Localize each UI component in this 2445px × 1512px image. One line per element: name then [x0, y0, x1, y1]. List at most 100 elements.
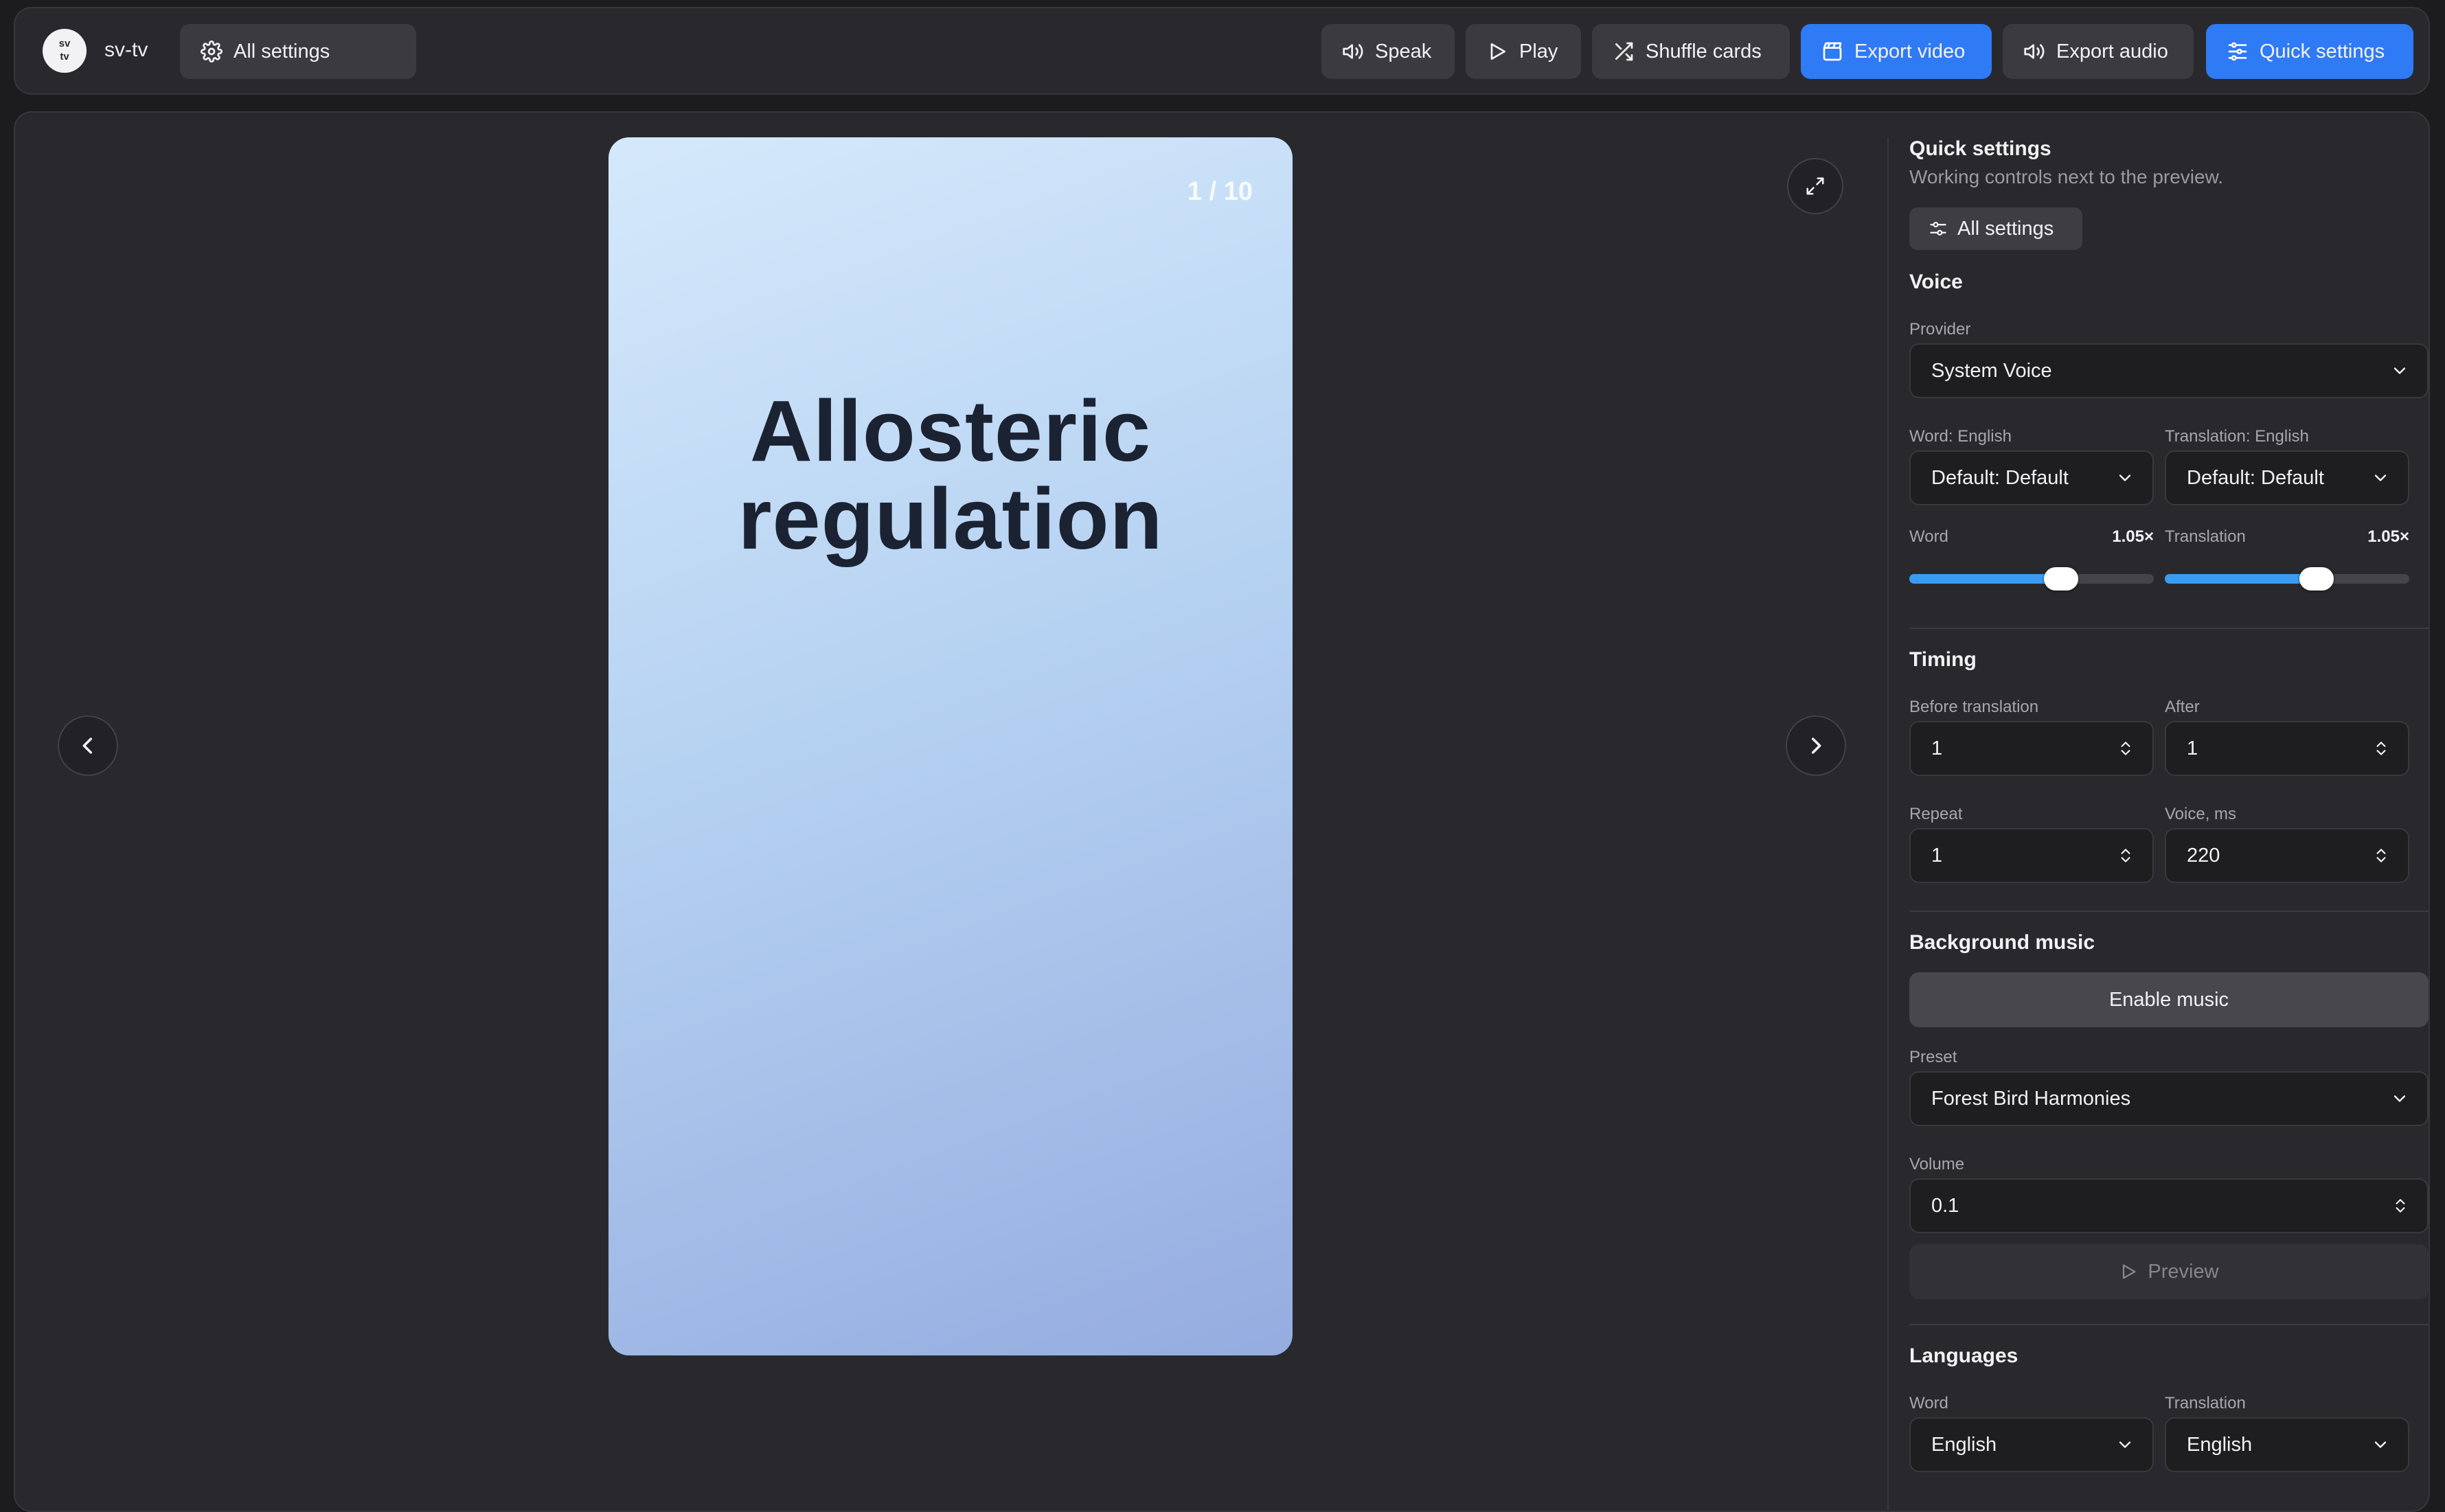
shuffle-cards-button[interactable]: Shuffle cards: [1592, 24, 1790, 79]
repeat-value: 1: [1931, 844, 1943, 867]
voice-heading: Voice: [1909, 271, 1963, 293]
before-translation-value: 1: [1931, 737, 1943, 759]
export-audio-label: Export audio: [2056, 40, 2168, 62]
chevron-down-icon: [2374, 1441, 2387, 1448]
translation-speed-value: 1.05×: [2367, 527, 2409, 546]
speaker-icon: [2024, 44, 2045, 59]
preset-select[interactable]: Forest Bird Harmonies: [1909, 1071, 2429, 1126]
speak-button[interactable]: Speak: [1321, 24, 1455, 79]
panel-title: Quick settings: [1909, 137, 2051, 160]
chevron-down-icon: [2393, 1095, 2406, 1102]
card-counter: 1 / 10: [1187, 177, 1253, 206]
previous-card-button[interactable]: [58, 715, 118, 776]
translation-speed-thumb[interactable]: [2299, 567, 2334, 591]
stepper-arrows-icon[interactable]: [2117, 740, 2135, 757]
word-voice-select[interactable]: Default: Default: [1909, 450, 2154, 505]
card-word-line-1: Allosteric: [749, 382, 1152, 479]
chevron-down-icon: [2119, 474, 2131, 481]
chevron-left-icon: [82, 737, 93, 754]
chevron-right-icon: [1811, 737, 1821, 754]
shuffle-label: Shuffle cards: [1646, 40, 1762, 62]
gear-icon: [201, 41, 223, 62]
word-voice-label: Word: English: [1909, 427, 2012, 446]
before-translation-label: Before translation: [1909, 698, 2039, 716]
stepper-arrows-icon[interactable]: [2372, 740, 2390, 757]
translation-language-select[interactable]: English: [2165, 1417, 2409, 1472]
stepper-arrows-icon[interactable]: [2391, 1197, 2409, 1215]
voice-ms-stepper[interactable]: 220: [2165, 828, 2409, 883]
word-language-value: English: [1931, 1433, 1997, 1456]
provider-label: Provider: [1909, 320, 1971, 339]
provider-select[interactable]: System Voice: [1909, 343, 2429, 398]
provider-value: System Voice: [1931, 359, 2052, 382]
enable-music-label: Enable music: [2108, 988, 2229, 1011]
timing-heading: Timing: [1909, 648, 1977, 671]
expand-icon: [1806, 177, 1824, 195]
word-language-select[interactable]: English: [1909, 1417, 2154, 1472]
repeat-label: Repeat: [1909, 805, 1963, 823]
voice-ms-label: Voice, ms: [2165, 805, 2237, 823]
preview-label: Preview: [2148, 1260, 2219, 1283]
enable-music-button[interactable]: Enable music: [1909, 972, 2429, 1027]
divider: [1909, 1324, 2429, 1325]
shuffle-icon: [1615, 42, 1633, 61]
play-label: Play: [1519, 40, 1558, 62]
play-icon: [1490, 43, 1505, 60]
preset-label: Preset: [1909, 1048, 1957, 1066]
repeat-stepper[interactable]: 1: [1909, 828, 2154, 883]
speak-label: Speak: [1375, 40, 1432, 62]
clapperboard-icon: [1823, 42, 1842, 61]
chevron-down-icon: [2374, 474, 2387, 481]
next-card-button[interactable]: [1786, 715, 1846, 776]
quick-settings-label: Quick settings: [2260, 40, 2385, 62]
flashcard-preview: 1 / 10 Allosteric regulation: [609, 137, 1293, 1355]
export-video-label: Export video: [1854, 40, 1966, 62]
card-word-line-2: regulation: [738, 470, 1163, 567]
sliders-icon: [2228, 42, 2247, 61]
translation-voice-value: Default: Default: [2187, 466, 2324, 489]
translation-voice-select[interactable]: Default: Default: [2165, 450, 2409, 505]
volume-value: 0.1: [1931, 1194, 1959, 1217]
word-speed-thumb[interactable]: [2043, 567, 2078, 591]
translation-speed-label: Translation: [2165, 527, 2246, 546]
main-panel: 1 / 10 Allosteric regulation Quick setti…: [14, 111, 2430, 1512]
translation-speed-slider[interactable]: [2165, 567, 2409, 591]
volume-stepper[interactable]: 0.1: [1909, 1178, 2429, 1233]
background-music-heading: Background music: [1909, 931, 2095, 954]
chevron-down-icon: [2119, 1441, 2131, 1448]
quick-settings-button[interactable]: Quick settings: [2206, 24, 2413, 79]
volume-label: Volume: [1909, 1155, 1965, 1173]
after-stepper[interactable]: 1: [2165, 721, 2409, 776]
divider: [1909, 910, 2429, 912]
word-voice-value: Default: Default: [1931, 466, 2069, 489]
before-translation-stepper[interactable]: 1: [1909, 721, 2154, 776]
preview-music-button[interactable]: Preview: [1909, 1244, 2429, 1299]
languages-heading: Languages: [1909, 1344, 2018, 1367]
play-icon: [2123, 1264, 2136, 1279]
stepper-arrows-icon[interactable]: [2117, 847, 2135, 864]
quick-settings-panel: Quick settings Working controls next to …: [1887, 137, 2429, 1511]
voice-ms-value: 220: [2187, 844, 2220, 867]
translation-voice-label: Translation: English: [2165, 427, 2309, 446]
word-language-label: Word: [1909, 1394, 1948, 1412]
stepper-arrows-icon[interactable]: [2372, 847, 2390, 864]
speaker-icon: [1343, 44, 1363, 59]
panel-subtitle: Working controls next to the preview.: [1909, 166, 2224, 187]
play-button[interactable]: Play: [1466, 24, 1581, 79]
export-audio-button[interactable]: Export audio: [2003, 24, 2194, 79]
panel-all-settings-label: All settings: [1957, 217, 2054, 240]
word-speed-label: Word: [1909, 527, 1948, 546]
export-video-button[interactable]: Export video: [1801, 24, 1992, 79]
app-logo: sv tv: [43, 29, 87, 73]
translation-speed-fill: [2165, 574, 2317, 584]
all-settings-button[interactable]: All settings: [180, 24, 416, 79]
translation-language-label: Translation: [2165, 1394, 2246, 1412]
preset-value: Forest Bird Harmonies: [1931, 1087, 2131, 1110]
top-toolbar: sv tv sv-tv All settings Speak Play Shuff…: [14, 7, 2430, 95]
panel-all-settings-button[interactable]: All settings: [1909, 207, 2082, 250]
divider: [1909, 628, 2429, 629]
word-speed-value: 1.05×: [2112, 527, 2154, 546]
word-speed-slider[interactable]: [1909, 567, 2154, 591]
word-speed-fill: [1909, 574, 2061, 584]
fullscreen-button[interactable]: [1787, 158, 1843, 214]
